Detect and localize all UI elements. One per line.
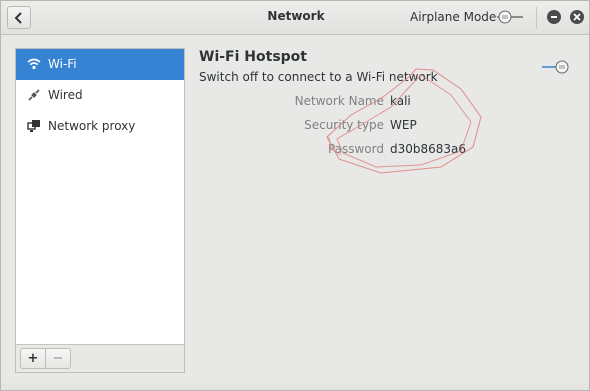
back-button[interactable] <box>7 6 31 29</box>
header-bar: Network Airplane Mode <box>1 1 589 35</box>
sidebar-item-network-proxy[interactable]: Network proxy <box>16 111 184 142</box>
password-label: Password <box>327 142 384 156</box>
network-proxy-icon <box>27 120 40 132</box>
password-value: d30b8683a6 <box>390 142 467 156</box>
hotspot-title: Wi-Fi Hotspot <box>199 49 307 65</box>
wired-icon <box>28 89 40 101</box>
network-name-label: Network Name <box>294 94 384 108</box>
security-type-value: WEP <box>390 118 417 132</box>
network-name-value: kali <box>390 94 411 108</box>
header-separator <box>536 7 537 29</box>
network-settings-window: Network Airplane Mode Wi-Fi Wired Networ… <box>0 0 590 391</box>
add-connection-button[interactable]: + <box>20 348 46 369</box>
window-title: Network <box>267 9 325 23</box>
close-icon <box>573 13 581 21</box>
chevron-left-icon <box>14 12 22 24</box>
sidebar-item-wired[interactable]: Wired <box>16 80 184 111</box>
hotspot-switch[interactable] <box>541 59 571 75</box>
hotspot-subtitle: Switch off to connect to a Wi-Fi network <box>199 70 438 84</box>
close-button[interactable] <box>570 10 584 24</box>
sidebar-item-label: Wi-Fi <box>48 57 77 71</box>
window-bottom-border <box>1 384 589 390</box>
security-type-label: Security type <box>304 118 384 132</box>
sidebar-toolbar: + − <box>16 344 184 372</box>
sidebar-item-label: Wired <box>48 88 83 102</box>
airplane-mode-label: Airplane Mode <box>410 10 497 24</box>
airplane-mode-switch[interactable] <box>495 9 525 25</box>
minimize-button[interactable] <box>547 10 561 24</box>
sidebar-item-label: Network proxy <box>48 119 136 133</box>
sidebar-item-wifi[interactable]: Wi-Fi <box>16 49 184 80</box>
wifi-icon <box>27 58 41 70</box>
remove-connection-button[interactable]: − <box>45 348 71 369</box>
sidebar: Wi-Fi Wired Network proxy + − <box>15 48 185 373</box>
